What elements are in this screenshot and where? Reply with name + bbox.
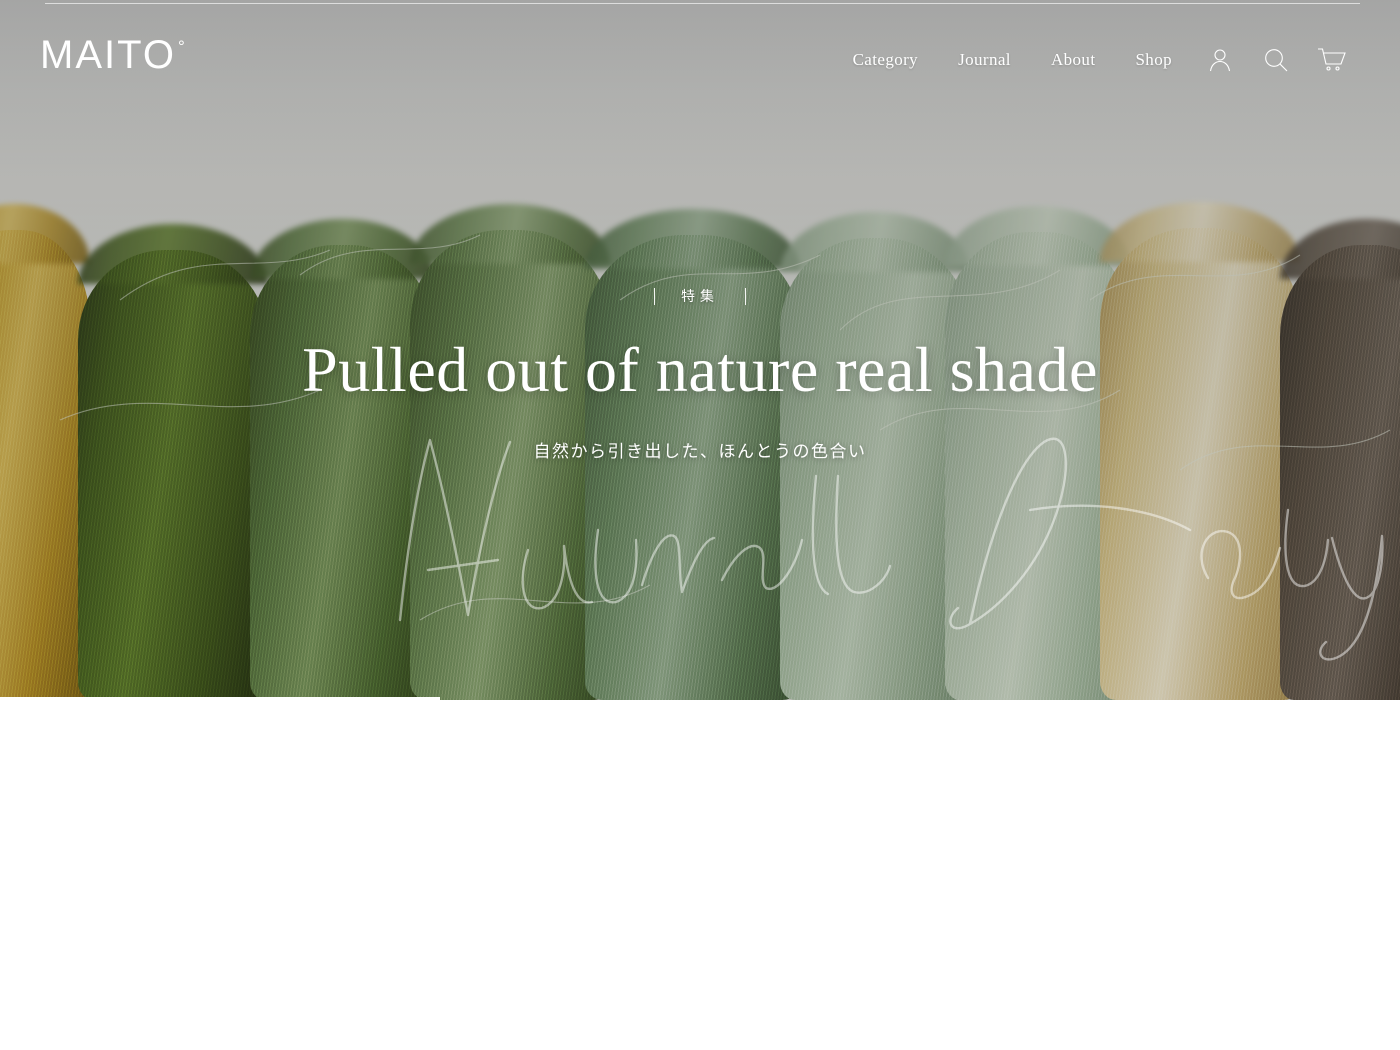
hero-subtitle: 自然から引き出した、ほんとうの色合い xyxy=(533,442,867,461)
logo-text: MAITO xyxy=(40,33,176,77)
search-icon[interactable] xyxy=(1248,44,1304,76)
logo-degree-icon: ° xyxy=(177,36,187,56)
cart-icon[interactable] xyxy=(1304,44,1360,76)
header-top-rule xyxy=(45,3,1360,4)
page-root: 特集 Pulled out of nature real shade 自然から引… xyxy=(0,0,1400,1050)
eyebrow-bar-right xyxy=(745,287,746,305)
site-logo[interactable]: MAITO ° xyxy=(40,35,185,75)
pickup-contents-section: 特集 xyxy=(0,700,1400,1050)
hero-eyebrow-label: 特集 xyxy=(681,288,719,304)
nav-link-category[interactable]: Category xyxy=(833,50,939,70)
main-navigation: Category Journal About Shop xyxy=(833,44,1360,76)
hero-title: Pulled out of nature real shade xyxy=(302,334,1098,405)
site-header: MAITO ° Category Journal About Shop xyxy=(0,0,1400,118)
hero-bottom-notch xyxy=(0,697,440,701)
nav-link-about[interactable]: About xyxy=(1031,50,1116,70)
nav-link-shop[interactable]: Shop xyxy=(1115,50,1192,70)
nav-link-journal[interactable]: Journal xyxy=(938,50,1031,70)
hero-eyebrow: 特集 xyxy=(0,286,1400,306)
account-icon[interactable] xyxy=(1192,44,1248,76)
hero-section: 特集 Pulled out of nature real shade 自然から引… xyxy=(0,0,1400,700)
